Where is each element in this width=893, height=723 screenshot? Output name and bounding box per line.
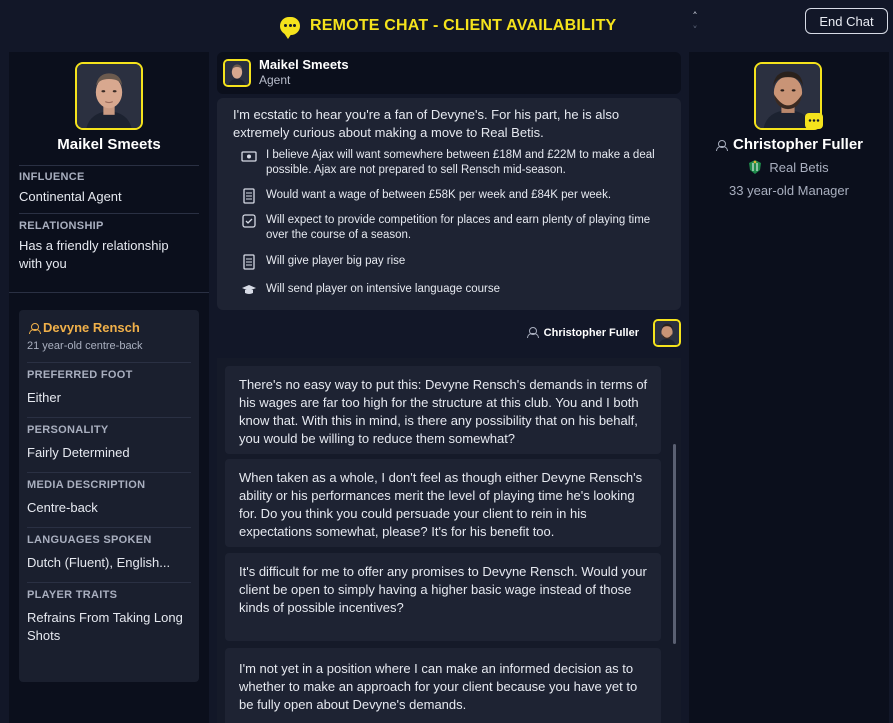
agent-face-icon [225,61,249,85]
player-name[interactable]: Devyne Rensch [43,320,140,335]
manager-face-icon [655,321,679,345]
divider [27,527,191,528]
manager-role: 33 year-old Manager [729,183,849,198]
response-option[interactable]: There's no easy way to put this: Devyne … [225,366,661,454]
contract-icon [241,188,257,204]
divider [19,213,199,214]
manager-name-large[interactable]: Christopher Fuller [733,136,863,153]
agent-avatar[interactable] [75,62,143,130]
player-subtitle: 21 year-old centre-back [27,340,143,352]
player-traits-value: Refrains From Taking Long Shots [27,610,183,643]
player-traits-label: PLAYER TRAITS [27,589,118,601]
demand-text: I believe Ajax will want somewhere betwe… [266,149,655,176]
scroll-arrows[interactable]: ˄ ˅ [688,10,702,38]
manager-message-header: Christopher Fuller [217,314,681,354]
agent-name[interactable]: Maikel Smeets [9,136,209,153]
demand-text: Will send player on intensive language c… [266,283,500,295]
person-icon [716,140,728,151]
response-option-text: There's no easy way to put this: Devyne … [239,377,648,446]
agent-avatar-small[interactable] [223,59,251,87]
demand-text: Would want a wage of between £58K per we… [266,189,612,201]
club-badge-icon [749,160,762,174]
chat-status-icon [805,113,823,129]
agent-message-intro: I'm ecstatic to hear you're a fan of Dev… [233,107,620,140]
agent-panel: Maikel Smeets INFLUENCE Continental Agen… [9,52,209,723]
manager-avatar-small[interactable] [653,319,681,347]
scrollbar[interactable] [673,444,676,644]
graduation-cap-icon [241,282,257,298]
response-option-text: I'm not yet in a position where I can ma… [239,661,638,712]
money-icon [241,148,257,164]
divider [27,362,191,363]
chat-agent-role: Agent [259,73,291,87]
influence-label: INFLUENCE [19,171,85,183]
player-card: Devyne Rensch 21 year-old centre-back PR… [19,310,199,682]
demand-text: Will give player big pay rise [266,255,406,267]
languages-label: LANGUAGES SPOKEN [27,534,152,546]
response-options-list: There's no easy way to put this: Devyne … [217,358,681,723]
media-description-label: MEDIA DESCRIPTION [27,479,146,491]
chevron-down-icon[interactable]: ˅ [688,24,702,38]
influence-value: Continental Agent [19,189,122,204]
person-icon [29,323,41,334]
response-option[interactable]: I'm not yet in a position where I can ma… [225,648,661,723]
title-wrap: REMOTE CHAT - CLIENT AVAILABILITY [280,17,617,39]
response-option-text: It's difficult for me to offer any promi… [239,564,647,615]
chat-agent-name: Maikel Smeets [259,57,349,72]
top-bar: REMOTE CHAT - CLIENT AVAILABILITY ˄ ˅ En… [0,0,893,52]
divider [27,472,191,473]
chat-bubble-icon [280,17,300,39]
manager-panel: Christopher Fuller Real Betis 33 year-ol… [689,52,889,723]
person-icon [527,327,539,338]
club-name[interactable]: Real Betis [769,160,828,175]
agent-chat-header: Maikel Smeets Agent [217,52,681,94]
personality-value: Fairly Determined [27,445,130,460]
end-chat-button[interactable]: End Chat [805,8,888,34]
agent-face-icon [77,64,141,128]
response-option-text: When taken as a whole, I don't feel as t… [239,470,643,539]
preferred-foot-value: Either [27,390,61,405]
response-option[interactable]: It's difficult for me to offer any promi… [225,553,661,641]
response-option[interactable]: When taken as a whole, I don't feel as t… [225,459,661,547]
chevron-up-icon[interactable]: ˄ [688,10,702,24]
divider [19,165,199,166]
preferred-foot-label: PREFERRED FOOT [27,369,133,381]
divider [27,582,191,583]
contract-icon [241,254,257,270]
manager-club[interactable]: Real Betis [689,160,889,175]
personality-label: PERSONALITY [27,424,109,436]
media-description-value: Centre-back [27,500,98,515]
languages-value: Dutch (Fluent), English... [27,555,171,570]
divider [9,292,209,293]
manager-name: Christopher Fuller [543,327,639,339]
relationship-value: Has a friendly relationship with you [19,238,169,271]
relationship-label: RELATIONSHIP [19,220,104,232]
agent-message: I'm ecstatic to hear you're a fan of Dev… [217,98,681,310]
page-title: REMOTE CHAT - CLIENT AVAILABILITY [310,17,617,34]
divider [27,417,191,418]
demand-text: Will expect to provide competition for p… [266,214,651,241]
playing-time-icon [241,213,257,229]
